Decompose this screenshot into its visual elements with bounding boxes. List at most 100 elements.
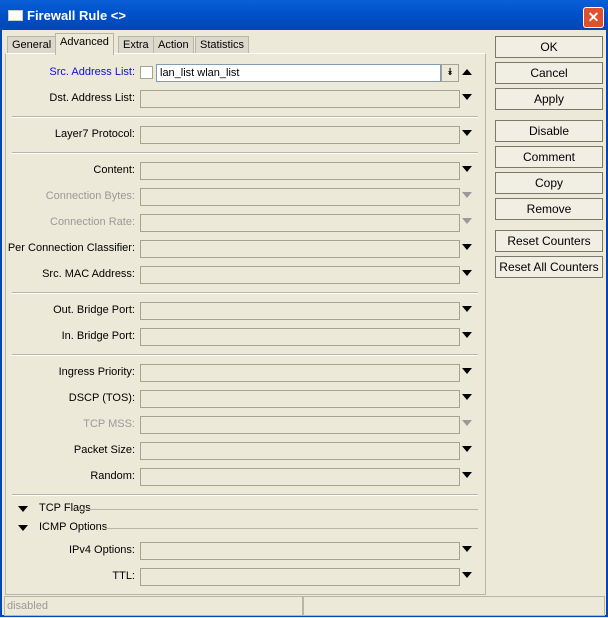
negate-checkbox[interactable] xyxy=(140,66,153,79)
field-label: Dst. Address List: xyxy=(49,92,135,104)
tab-action[interactable]: Action xyxy=(153,36,194,54)
expand-down-icon xyxy=(462,192,472,198)
field-label: Random: xyxy=(90,470,135,482)
field-input[interactable] xyxy=(140,468,460,486)
expand-down-icon[interactable] xyxy=(462,94,472,100)
field-label: Ingress Priority: xyxy=(58,366,135,378)
copy-button[interactable]: Copy xyxy=(495,172,603,194)
field-input[interactable] xyxy=(140,542,460,560)
field-input[interactable] xyxy=(140,302,460,320)
expand-down-icon[interactable] xyxy=(462,368,472,374)
collapse-up-icon[interactable] xyxy=(462,69,472,75)
separator xyxy=(12,494,478,496)
expand-down-icon[interactable] xyxy=(462,244,472,250)
tab-advanced[interactable]: Advanced xyxy=(55,33,114,55)
ok-button[interactable]: OK xyxy=(495,36,603,58)
status-left: disabled xyxy=(4,596,303,616)
field-label: Content: xyxy=(93,164,135,176)
section-icmp-options[interactable]: ICMP Options xyxy=(18,521,478,535)
cancel-button[interactable]: Cancel xyxy=(495,62,603,84)
field-row: TTL: xyxy=(6,568,486,586)
section-label: TCP Flags xyxy=(39,502,91,514)
title-bar: Firewall Rule <> ✕ xyxy=(0,0,608,30)
section-tcp-flags[interactable]: TCP Flags xyxy=(18,502,478,516)
apply-button[interactable]: Apply xyxy=(495,88,603,110)
src-address-list-row: Src. Address List: lan_list wlan_list ⯯ xyxy=(6,64,486,82)
field-input xyxy=(140,214,460,232)
dropdown-button[interactable]: ⯯ xyxy=(441,64,459,82)
disable-button[interactable]: Disable xyxy=(495,120,603,142)
reset-counters-button[interactable]: Reset Counters xyxy=(495,230,603,252)
field-label: In. Bridge Port: xyxy=(61,330,135,342)
window-icon xyxy=(8,10,23,21)
field-row: Src. MAC Address: xyxy=(6,266,486,284)
field-label: Connection Rate: xyxy=(50,216,135,228)
field-input[interactable] xyxy=(140,126,460,144)
field-input[interactable] xyxy=(140,390,460,408)
expand-down-icon[interactable] xyxy=(462,446,472,452)
expand-down-icon[interactable] xyxy=(462,572,472,578)
expand-down-icon[interactable] xyxy=(462,394,472,400)
field-row: IPv4 Options: xyxy=(6,542,486,560)
field-label: DSCP (TOS): xyxy=(68,392,135,404)
tab-statistics[interactable]: Statistics xyxy=(195,36,250,54)
section-toggle-icon[interactable] xyxy=(18,525,28,531)
field-label: Out. Bridge Port: xyxy=(53,304,135,316)
src-address-list-label: Src. Address List: xyxy=(49,66,135,78)
section-line xyxy=(106,528,478,529)
separator xyxy=(12,292,478,294)
field-input[interactable] xyxy=(140,442,460,460)
field-row: Content: xyxy=(6,162,486,180)
expand-down-icon[interactable] xyxy=(462,546,472,552)
field-row: Connection Rate: xyxy=(6,214,486,232)
field-input xyxy=(140,416,460,434)
section-label: ICMP Options xyxy=(39,521,108,533)
field-row: Connection Bytes: xyxy=(6,188,486,206)
tab-extra[interactable]: Extra xyxy=(118,36,154,54)
expand-down-icon[interactable] xyxy=(462,270,472,276)
field-row: Layer7 Protocol: xyxy=(6,126,486,144)
comment-button[interactable]: Comment xyxy=(495,146,603,168)
tab-general[interactable]: General xyxy=(7,36,57,54)
expand-down-icon xyxy=(462,420,472,426)
field-label: IPv4 Options: xyxy=(68,544,135,556)
section-line xyxy=(80,509,478,510)
field-label: Connection Bytes: xyxy=(45,190,135,202)
field-row: Dst. Address List: xyxy=(6,90,486,108)
field-row: Packet Size: xyxy=(6,442,486,460)
field-input[interactable] xyxy=(140,240,460,258)
field-input[interactable] xyxy=(140,162,460,180)
field-input xyxy=(140,188,460,206)
field-input[interactable] xyxy=(140,364,460,382)
separator xyxy=(12,152,478,154)
field-label: TCP MSS: xyxy=(83,418,135,430)
advanced-panel: Src. Address List: lan_list wlan_list ⯯ … xyxy=(5,53,486,595)
expand-down-icon[interactable] xyxy=(462,130,472,136)
reset-all-counters-button[interactable]: Reset All Counters xyxy=(495,256,603,278)
expand-down-icon[interactable] xyxy=(462,306,472,312)
expand-down-icon[interactable] xyxy=(462,166,472,172)
field-label: TTL: xyxy=(112,570,135,582)
field-input[interactable] xyxy=(140,90,460,108)
field-row: Per Connection Classifier: xyxy=(6,240,486,258)
status-right xyxy=(303,596,605,616)
field-row: DSCP (TOS): xyxy=(6,390,486,408)
field-input[interactable] xyxy=(140,328,460,346)
expand-down-icon[interactable] xyxy=(462,472,472,478)
remove-button[interactable]: Remove xyxy=(495,198,603,220)
field-row: Ingress Priority: xyxy=(6,364,486,382)
separator xyxy=(12,354,478,356)
expand-down-icon xyxy=(462,218,472,224)
field-input[interactable] xyxy=(140,568,460,586)
expand-down-icon[interactable] xyxy=(462,332,472,338)
field-input[interactable] xyxy=(140,266,460,284)
section-toggle-icon[interactable] xyxy=(18,506,28,512)
field-label: Per Connection Classifier: xyxy=(7,242,135,254)
field-row: Random: xyxy=(6,468,486,486)
window-title: Firewall Rule <> xyxy=(27,8,126,23)
field-row: TCP MSS: xyxy=(6,416,486,434)
field-label: Src. MAC Address: xyxy=(42,268,135,280)
close-button[interactable]: ✕ xyxy=(583,7,604,28)
field-row: In. Bridge Port: xyxy=(6,328,486,346)
src-address-list-input[interactable]: lan_list wlan_list xyxy=(156,64,441,82)
